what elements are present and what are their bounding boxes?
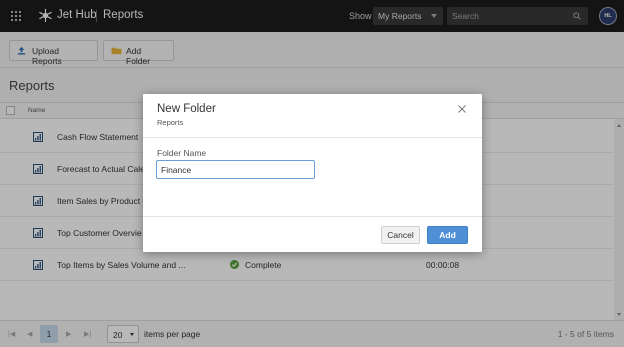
close-icon[interactable] (457, 104, 467, 114)
dialog-subtitle: Reports (157, 118, 184, 127)
new-folder-dialog: New Folder Reports Folder Name Finance C… (143, 94, 482, 252)
folder-name-input[interactable]: Finance (156, 160, 315, 179)
folder-name-label: Folder Name (157, 148, 207, 158)
dialog-divider (143, 137, 482, 138)
cancel-button[interactable]: Cancel (381, 226, 420, 244)
dialog-divider (143, 216, 482, 217)
dialog-title: New Folder (157, 103, 216, 115)
add-button[interactable]: Add (427, 226, 468, 244)
